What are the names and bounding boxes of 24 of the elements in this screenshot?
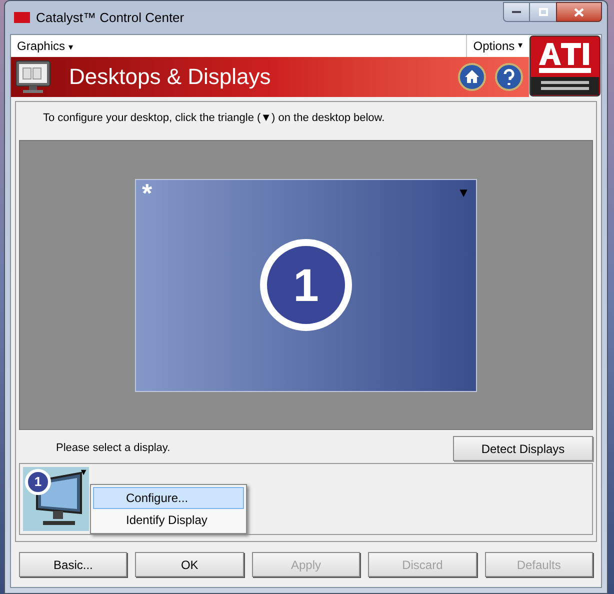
minimize-button[interactable] <box>503 2 530 22</box>
maximize-button[interactable] <box>530 2 556 22</box>
dialog-button[interactable]: OK <box>135 552 244 577</box>
window-title: Catalyst™ Control Center <box>36 8 184 27</box>
display-number: 1 <box>260 239 352 331</box>
primary-marker: * <box>142 180 152 206</box>
menu-item[interactable]: Identify Display <box>93 509 244 531</box>
home-icon[interactable] <box>458 62 486 90</box>
help-icon[interactable] <box>495 62 523 90</box>
app-logo-icon <box>14 12 30 23</box>
graphics-menu[interactable]: Graphics ▾ <box>11 36 80 54</box>
close-button[interactable] <box>556 2 602 22</box>
close-icon <box>574 8 584 16</box>
monitor-icon <box>15 60 51 94</box>
display-number: 1 <box>25 469 51 495</box>
display-thumbnail[interactable]: 1 ▼ <box>23 467 89 531</box>
menu-item[interactable]: Configure... <box>93 487 244 509</box>
instruction-text: To configure your desktop, click the triangle (▼) on the desktop below. <box>43 110 386 126</box>
dialog-button[interactable]: Detect Displays <box>453 436 593 461</box>
dialog-button[interactable]: Basic... <box>19 552 128 577</box>
page-title: Desktops & Displays <box>69 63 271 91</box>
desktop-preview[interactable]: * ▼ 1 <box>135 178 477 392</box>
select-prompt: Please select a display. <box>56 441 170 456</box>
dropdown-arrow[interactable]: ▼ <box>79 466 88 480</box>
